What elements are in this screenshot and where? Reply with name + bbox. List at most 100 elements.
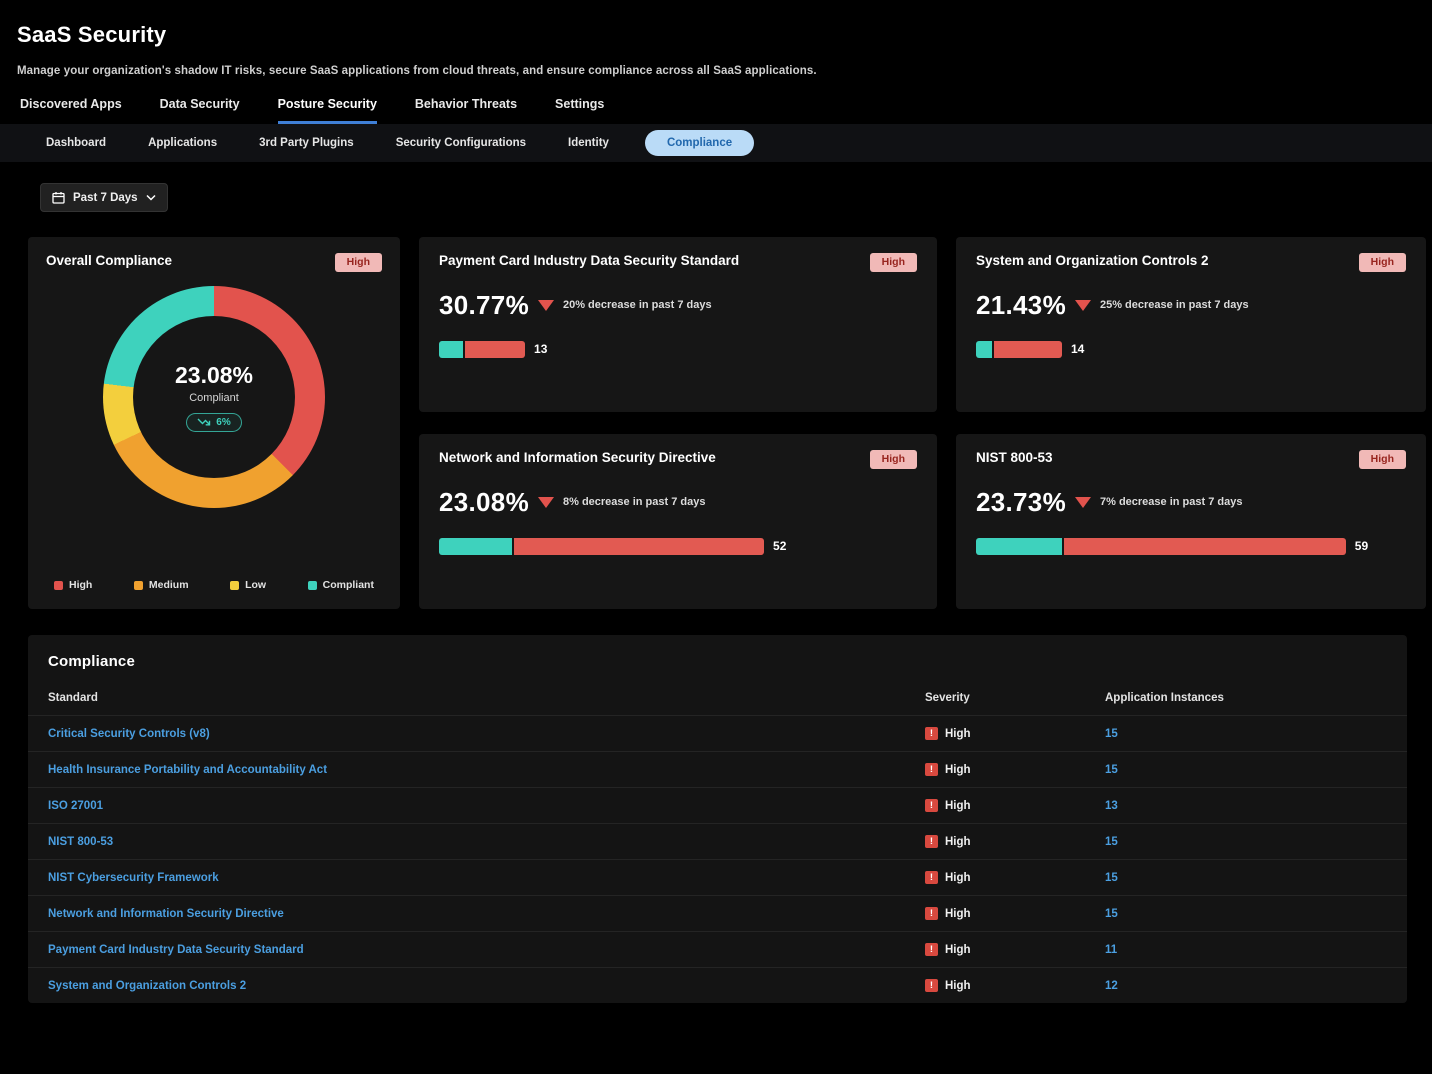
subtab-security-configurations[interactable]: Security Configurations — [390, 130, 532, 156]
cards-grid: Overall Compliance High 23.08% Compliant… — [28, 237, 1407, 609]
card-title: Network and Information Security Directi… — [439, 450, 716, 465]
date-range-label: Past 7 Days — [73, 192, 138, 204]
bar-track — [976, 341, 1062, 358]
subtab-applications[interactable]: Applications — [142, 130, 223, 156]
legend-swatch — [308, 581, 317, 590]
severity-badge: High — [1359, 253, 1406, 272]
standard-link[interactable]: NIST Cybersecurity Framework — [48, 872, 925, 884]
subtab-compliance[interactable]: Compliance — [645, 130, 754, 156]
severity-badge: High — [870, 253, 917, 272]
standard-link[interactable]: System and Organization Controls 2 — [48, 980, 925, 992]
severity-label: High — [945, 800, 971, 812]
application-instances-link[interactable]: 15 — [1105, 908, 1387, 920]
table-row: Payment Card Industry Data Security Stan… — [28, 931, 1407, 967]
tab-discovered-apps[interactable]: Discovered Apps — [20, 97, 122, 124]
tab-settings[interactable]: Settings — [555, 97, 604, 124]
severity-label: High — [945, 728, 971, 740]
standard-link[interactable]: ISO 27001 — [48, 800, 925, 812]
legend-item: Low — [230, 579, 266, 591]
standard-link[interactable]: Payment Card Industry Data Security Stan… — [48, 944, 925, 956]
standard-link[interactable]: Network and Information Security Directi… — [48, 908, 925, 920]
table-row: NIST 800-53 ! High 15 — [28, 823, 1407, 859]
trend-text: 7% decrease in past 7 days — [1100, 496, 1242, 508]
application-instances-link[interactable]: 15 — [1105, 836, 1387, 848]
severity-high-icon: ! — [925, 727, 938, 740]
page-title: SaaS Security — [17, 22, 1412, 48]
standard-card: NIST 800-53 High 23.73% 7% decrease in p… — [956, 434, 1426, 609]
donut-legend: High Medium Low Compliant — [46, 579, 382, 593]
trend-line-icon — [197, 417, 211, 427]
table-row: ISO 27001 ! High 13 — [28, 787, 1407, 823]
legend-item: Medium — [134, 579, 189, 591]
subtab-identity[interactable]: Identity — [562, 130, 615, 156]
top-tabs: Discovered Apps Data Security Posture Se… — [0, 97, 1432, 124]
severity-high-icon: ! — [925, 871, 938, 884]
trend-down-icon — [1075, 497, 1091, 508]
subtab-3rd-party-plugins[interactable]: 3rd Party Plugins — [253, 130, 360, 156]
bar-compliant — [976, 538, 1064, 555]
bar-compliant — [439, 538, 514, 555]
severity-badge: High — [870, 450, 917, 469]
trend-text: 25% decrease in past 7 days — [1100, 299, 1249, 311]
legend-swatch — [230, 581, 239, 590]
severity-cell: ! High — [925, 763, 1105, 776]
severity-label: High — [945, 980, 971, 992]
standard-link[interactable]: Health Insurance Portability and Account… — [48, 764, 925, 776]
page-header: SaaS Security Manage your organization's… — [0, 0, 1432, 77]
tab-posture-security[interactable]: Posture Security — [278, 97, 377, 124]
trend-down-icon — [538, 300, 554, 311]
severity-label: High — [945, 944, 971, 956]
standard-link[interactable]: NIST 800-53 — [48, 836, 925, 848]
compliance-percentage: 21.43% — [976, 290, 1066, 321]
application-instances-link[interactable]: 15 — [1105, 872, 1387, 884]
standard-card: Network and Information Security Directi… — [419, 434, 937, 609]
severity-label: High — [945, 836, 971, 848]
severity-high-icon: ! — [925, 907, 938, 920]
legend-label: Compliant — [323, 579, 374, 591]
date-range-dropdown[interactable]: Past 7 Days — [40, 183, 168, 212]
donut-center: 23.08% Compliant 6% — [133, 316, 295, 478]
legend-swatch — [134, 581, 143, 590]
application-instances-link[interactable]: 15 — [1105, 728, 1387, 740]
standard-link[interactable]: Critical Security Controls (v8) — [48, 728, 925, 740]
donut-chart-wrap: 23.08% Compliant 6% — [103, 286, 325, 508]
column-header-application-instances: Application Instances — [1105, 692, 1387, 704]
bar-track — [439, 341, 525, 358]
application-instances-link[interactable]: 11 — [1105, 944, 1387, 956]
bar-compliant — [976, 341, 994, 358]
column-header-severity: Severity — [925, 692, 1105, 704]
trend-pill: 6% — [186, 413, 241, 432]
severity-high-icon: ! — [925, 943, 938, 956]
subtab-dashboard[interactable]: Dashboard — [40, 130, 112, 156]
severity-label: High — [945, 872, 971, 884]
severity-badge: High — [335, 253, 382, 272]
table-row: NIST Cybersecurity Framework ! High 15 — [28, 859, 1407, 895]
compliance-percentage: 23.08% — [439, 487, 529, 518]
application-instances-link[interactable]: 12 — [1105, 980, 1387, 992]
donut-center-value: 23.08% — [175, 362, 253, 389]
severity-high-icon: ! — [925, 835, 938, 848]
application-instances-link[interactable]: 15 — [1105, 764, 1387, 776]
table-row: Critical Security Controls (v8) ! High 1… — [28, 715, 1407, 751]
trend-pill-value: 6% — [216, 417, 230, 428]
donut-center-label: Compliant — [189, 392, 239, 404]
application-instances-link[interactable]: 13 — [1105, 800, 1387, 812]
trend-text: 8% decrease in past 7 days — [563, 496, 705, 508]
legend-item: Compliant — [308, 579, 374, 591]
severity-cell: ! High — [925, 799, 1105, 812]
compliance-table-card: Compliance Standard Severity Application… — [28, 635, 1407, 1003]
column-header-standard: Standard — [48, 692, 925, 704]
severity-label: High — [945, 764, 971, 776]
severity-high-icon: ! — [925, 979, 938, 992]
tab-data-security[interactable]: Data Security — [160, 97, 240, 124]
legend-label: Medium — [149, 579, 189, 591]
bar-noncompliant — [1064, 538, 1346, 555]
bar-noncompliant — [465, 341, 525, 358]
sub-nav: Dashboard Applications 3rd Party Plugins… — [0, 124, 1432, 162]
bar-noncompliant — [514, 538, 764, 555]
legend-item: High — [54, 579, 92, 591]
bar-compliant — [439, 341, 465, 358]
instance-count: 13 — [534, 342, 547, 356]
trend-text: 20% decrease in past 7 days — [563, 299, 712, 311]
tab-behavior-threats[interactable]: Behavior Threats — [415, 97, 517, 124]
